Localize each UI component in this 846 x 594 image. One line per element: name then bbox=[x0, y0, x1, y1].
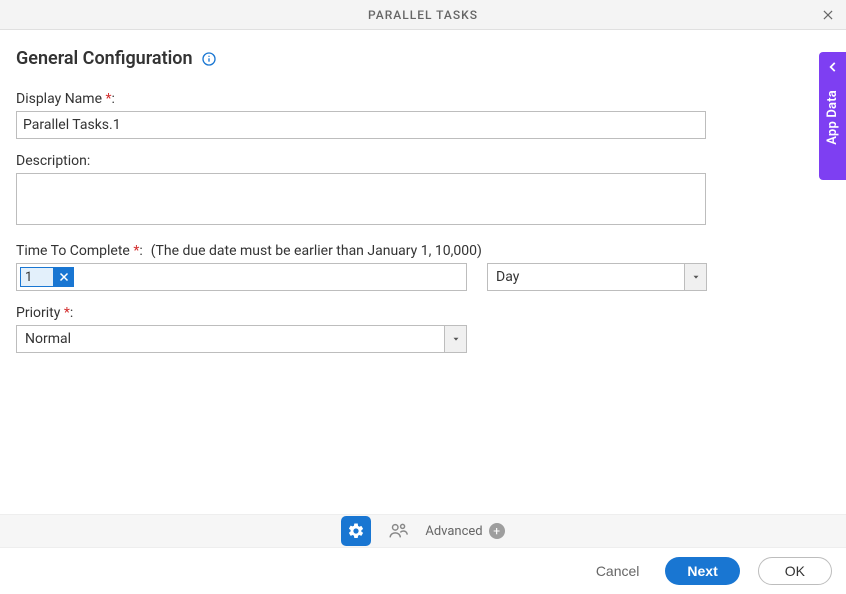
roles-icon[interactable] bbox=[387, 520, 409, 542]
time-chip-field[interactable]: 1 bbox=[16, 263, 467, 291]
chevron-down-icon bbox=[444, 326, 466, 352]
close-icon[interactable] bbox=[818, 5, 838, 25]
time-label: Time To Complete *: bbox=[16, 243, 143, 259]
time-chip: 1 bbox=[20, 267, 74, 287]
titlebar: PARALLEL TASKS bbox=[0, 0, 846, 30]
description-input[interactable] bbox=[16, 173, 706, 225]
priority-value: Normal bbox=[17, 331, 79, 347]
advanced-toggle[interactable]: Advanced + bbox=[425, 523, 504, 539]
time-row: 1 Day bbox=[16, 263, 830, 291]
cancel-button[interactable]: Cancel bbox=[588, 557, 648, 585]
time-hint: (The due date must be earlier than Janua… bbox=[151, 243, 482, 259]
chevron-down-icon bbox=[684, 264, 706, 290]
plus-icon: + bbox=[489, 523, 505, 539]
display-name-label-row: Display Name *: bbox=[16, 91, 830, 107]
priority-select[interactable]: Normal bbox=[16, 325, 467, 353]
section-header: General Configuration bbox=[16, 48, 830, 69]
priority-label: Priority *: bbox=[16, 305, 73, 321]
priority-label-row: Priority *: bbox=[16, 305, 830, 321]
priority-group: Priority *: Normal bbox=[16, 305, 830, 353]
display-name-input[interactable] bbox=[16, 111, 706, 139]
gear-icon[interactable] bbox=[341, 516, 371, 546]
description-group: Description: bbox=[16, 153, 830, 229]
sidetab-label: App Data bbox=[825, 90, 840, 145]
time-chip-value: 1 bbox=[20, 267, 54, 287]
titlebar-title: PARALLEL TASKS bbox=[368, 8, 478, 22]
time-label-row: Time To Complete *: (The due date must b… bbox=[16, 243, 830, 259]
display-name-label: Display Name *: bbox=[16, 91, 115, 107]
content: General Configuration Display Name *: De… bbox=[0, 30, 846, 353]
chevron-left-icon bbox=[826, 60, 840, 78]
toolbar-strip: Advanced + bbox=[0, 514, 846, 548]
ok-button[interactable]: OK bbox=[758, 557, 832, 585]
display-name-group: Display Name *: bbox=[16, 91, 830, 139]
advanced-label: Advanced bbox=[425, 524, 482, 539]
footer: Cancel Next OK bbox=[0, 548, 846, 594]
time-group: Time To Complete *: (The due date must b… bbox=[16, 243, 830, 291]
next-button[interactable]: Next bbox=[665, 557, 739, 585]
time-unit-select[interactable]: Day bbox=[487, 263, 707, 291]
app-data-sidetab[interactable]: App Data bbox=[819, 52, 846, 180]
chip-remove-icon[interactable] bbox=[54, 267, 74, 287]
info-icon[interactable] bbox=[201, 51, 217, 67]
section-title: General Configuration bbox=[16, 48, 193, 69]
time-unit-value: Day bbox=[488, 269, 527, 285]
description-label: Description: bbox=[16, 153, 90, 169]
description-label-row: Description: bbox=[16, 153, 830, 169]
